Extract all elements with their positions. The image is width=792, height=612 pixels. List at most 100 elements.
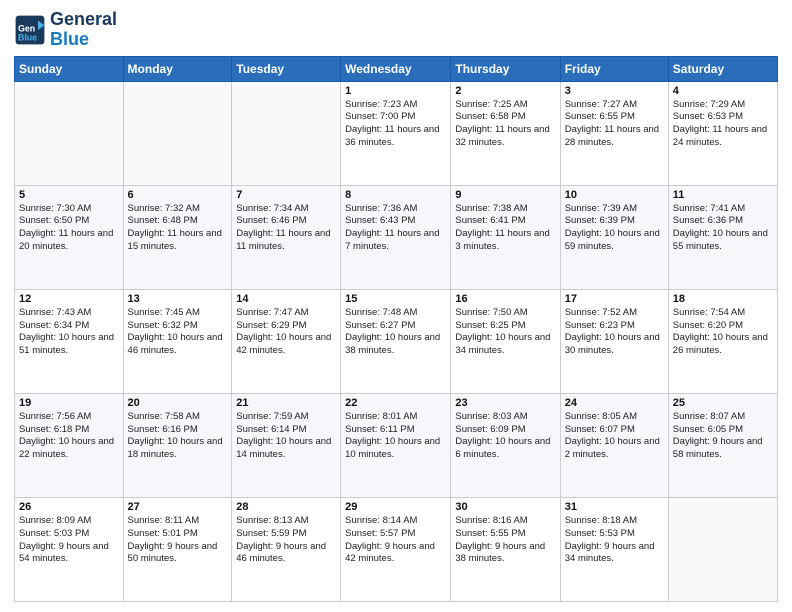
cell-sun-info: Sunrise: 7:59 AMSunset: 6:14 PMDaylight:… (236, 411, 336, 462)
calendar-day-9: 9 Sunrise: 7:38 AMSunset: 6:41 PMDaylight… (451, 185, 560, 289)
calendar-day-22: 22 Sunrise: 8:01 AMSunset: 6:11 PMDayligh… (341, 393, 451, 497)
calendar-day-16: 16 Sunrise: 7:50 AMSunset: 6:25 PMDayligh… (451, 289, 560, 393)
logo: Gen Blue General Blue (14, 10, 117, 50)
cell-sun-info: Sunrise: 8:11 AMSunset: 5:01 PMDaylight:… (128, 515, 228, 566)
day-number: 22 (345, 397, 446, 409)
calendar-day-2: 2Sunrise: 7:25 AMSunset: 6:58 PMDaylight… (451, 81, 560, 185)
cell-sun-info: Sunrise: 7:34 AMSunset: 6:46 PMDaylight:… (236, 203, 336, 254)
cell-sun-info: Sunrise: 8:07 AMSunset: 6:05 PMDaylight:… (673, 411, 773, 462)
cell-sun-info: Sunrise: 7:56 AMSunset: 6:18 PMDaylight:… (19, 411, 119, 462)
calendar-day-5: 5 Sunrise: 7:30 AMSunset: 6:50 PMDaylight… (15, 185, 124, 289)
cell-sun-info: Sunrise: 7:52 AMSunset: 6:23 PMDaylight:… (565, 307, 664, 358)
day-number: 24 (565, 397, 664, 409)
calendar-week-row: 1 Sunrise: 7:23 AMSunset: 7:00 PMDaylight… (15, 81, 778, 185)
weekday-header-wednesday: Wednesday (341, 56, 451, 81)
cell-sun-info: Sunrise: 7:50 AMSunset: 6:25 PMDaylight:… (455, 307, 555, 358)
calendar-week-row: 12 Sunrise: 7:43 AMSunset: 6:34 PMDayligh… (15, 289, 778, 393)
weekday-header-thursday: Thursday (451, 56, 560, 81)
day-number: 27 (128, 501, 228, 513)
cell-sun-info: Sunrise: 8:05 AMSunset: 6:07 PMDaylight:… (565, 411, 664, 462)
cell-sun-info: Sunrise: 7:41 AMSunset: 6:36 PMDaylight:… (673, 203, 773, 254)
calendar-day-21: 21Sunrise: 7:59 AMSunset: 6:14 PMDayligh… (232, 393, 341, 497)
calendar-day-12: 12 Sunrise: 7:43 AMSunset: 6:34 PMDayligh… (15, 289, 124, 393)
cell-sun-info: Sunrise: 8:09 AMSunset: 5:03 PMDaylight:… (19, 515, 119, 566)
calendar-day-8: 8 Sunrise: 7:36 AMSunset: 6:43 PMDaylight… (341, 185, 451, 289)
calendar-day-19: 19 Sunrise: 7:56 AMSunset: 6:18 PMDayligh… (15, 393, 124, 497)
cell-sun-info: Sunrise: 7:45 AMSunset: 6:32 PMDaylight:… (128, 307, 228, 358)
calendar-week-row: 5 Sunrise: 7:30 AMSunset: 6:50 PMDaylight… (15, 185, 778, 289)
cell-sun-info: Sunrise: 8:01 AMSunset: 6:11 PMDaylight:… (345, 411, 446, 462)
day-number: 28 (236, 501, 336, 513)
logo-blue: Blue (50, 29, 89, 49)
calendar-day-15: 15Sunrise: 7:48 AMSunset: 6:27 PMDayligh… (341, 289, 451, 393)
calendar-day-31: 31 Sunrise: 8:18 AMSunset: 5:53 PMDayligh… (560, 497, 668, 601)
day-number: 29 (345, 501, 446, 513)
cell-sun-info: Sunrise: 7:38 AMSunset: 6:41 PMDaylight:… (455, 203, 555, 254)
day-number: 4 (673, 85, 773, 97)
weekday-header-saturday: Saturday (668, 56, 777, 81)
cell-sun-info: Sunrise: 8:18 AMSunset: 5:53 PMDaylight:… (565, 515, 664, 566)
calendar-day-1: 1 Sunrise: 7:23 AMSunset: 7:00 PMDaylight… (341, 81, 451, 185)
day-number: 11 (673, 189, 773, 201)
calendar-day-30: 30 Sunrise: 8:16 AMSunset: 5:55 PMDayligh… (451, 497, 560, 601)
day-number: 31 (565, 501, 664, 513)
cell-sun-info: Sunrise: 7:54 AMSunset: 6:20 PMDaylight:… (673, 307, 773, 358)
day-number: 3 (565, 85, 664, 97)
calendar-day-7: 7Sunrise: 7:34 AMSunset: 6:46 PMDaylight… (232, 185, 341, 289)
cell-sun-info: Sunrise: 8:16 AMSunset: 5:55 PMDaylight:… (455, 515, 555, 566)
calendar-day-29: 29Sunrise: 8:14 AMSunset: 5:57 PMDayligh… (341, 497, 451, 601)
cell-sun-info: Sunrise: 7:39 AMSunset: 6:39 PMDaylight:… (565, 203, 664, 254)
page: Gen Blue General Blue SundayMondayTuesda… (0, 0, 792, 612)
weekday-header-tuesday: Tuesday (232, 56, 341, 81)
cell-sun-info: Sunrise: 8:13 AMSunset: 5:59 PMDaylight:… (236, 515, 336, 566)
svg-text:Blue: Blue (18, 32, 37, 42)
day-number: 18 (673, 293, 773, 305)
cell-sun-info: Sunrise: 8:03 AMSunset: 6:09 PMDaylight:… (455, 411, 555, 462)
cell-sun-info: Sunrise: 7:43 AMSunset: 6:34 PMDaylight:… (19, 307, 119, 358)
calendar-week-row: 26Sunrise: 8:09 AMSunset: 5:03 PMDayligh… (15, 497, 778, 601)
calendar-empty-cell (123, 81, 232, 185)
day-number: 9 (455, 189, 555, 201)
day-number: 30 (455, 501, 555, 513)
day-number: 8 (345, 189, 446, 201)
weekday-header-sunday: Sunday (15, 56, 124, 81)
cell-sun-info: Sunrise: 7:36 AMSunset: 6:43 PMDaylight:… (345, 203, 446, 254)
calendar-day-25: 25 Sunrise: 8:07 AMSunset: 6:05 PMDayligh… (668, 393, 777, 497)
cell-sun-info: Sunrise: 7:30 AMSunset: 6:50 PMDaylight:… (19, 203, 119, 254)
calendar-day-28: 28 Sunrise: 8:13 AMSunset: 5:59 PMDayligh… (232, 497, 341, 601)
day-number: 2 (455, 85, 555, 97)
day-number: 10 (565, 189, 664, 201)
cell-sun-info: Sunrise: 7:32 AMSunset: 6:48 PMDaylight:… (128, 203, 228, 254)
header: Gen Blue General Blue (14, 10, 778, 50)
weekday-header-friday: Friday (560, 56, 668, 81)
calendar-day-4: 4Sunrise: 7:29 AMSunset: 6:53 PMDaylight… (668, 81, 777, 185)
calendar-empty-cell (668, 497, 777, 601)
calendar-day-20: 20 Sunrise: 7:58 AMSunset: 6:16 PMDayligh… (123, 393, 232, 497)
logo-icon: Gen Blue (14, 14, 46, 46)
calendar-day-14: 14Sunrise: 7:47 AMSunset: 6:29 PMDayligh… (232, 289, 341, 393)
cell-sun-info: Sunrise: 7:27 AMSunset: 6:55 PMDaylight:… (565, 99, 664, 150)
calendar-day-10: 10 Sunrise: 7:39 AMSunset: 6:39 PMDayligh… (560, 185, 668, 289)
day-number: 16 (455, 293, 555, 305)
cell-sun-info: Sunrise: 7:58 AMSunset: 6:16 PMDaylight:… (128, 411, 228, 462)
calendar-day-18: 18 Sunrise: 7:54 AMSunset: 6:20 PMDayligh… (668, 289, 777, 393)
calendar-day-3: 3 Sunrise: 7:27 AMSunset: 6:55 PMDaylight… (560, 81, 668, 185)
calendar-empty-cell (15, 81, 124, 185)
logo-text: General Blue (50, 10, 117, 50)
calendar-day-13: 13Sunrise: 7:45 AMSunset: 6:32 PMDayligh… (123, 289, 232, 393)
calendar-day-11: 11 Sunrise: 7:41 AMSunset: 6:36 PMDayligh… (668, 185, 777, 289)
day-number: 20 (128, 397, 228, 409)
day-number: 14 (236, 293, 336, 305)
day-number: 17 (565, 293, 664, 305)
logo-general: General (50, 9, 117, 29)
day-number: 5 (19, 189, 119, 201)
day-number: 19 (19, 397, 119, 409)
day-number: 1 (345, 85, 446, 97)
day-number: 12 (19, 293, 119, 305)
calendar-empty-cell (232, 81, 341, 185)
calendar-day-26: 26Sunrise: 8:09 AMSunset: 5:03 PMDayligh… (15, 497, 124, 601)
cell-sun-info: Sunrise: 7:23 AMSunset: 7:00 PMDaylight:… (345, 99, 446, 150)
calendar-week-row: 19 Sunrise: 7:56 AMSunset: 6:18 PMDayligh… (15, 393, 778, 497)
day-number: 25 (673, 397, 773, 409)
day-number: 15 (345, 293, 446, 305)
